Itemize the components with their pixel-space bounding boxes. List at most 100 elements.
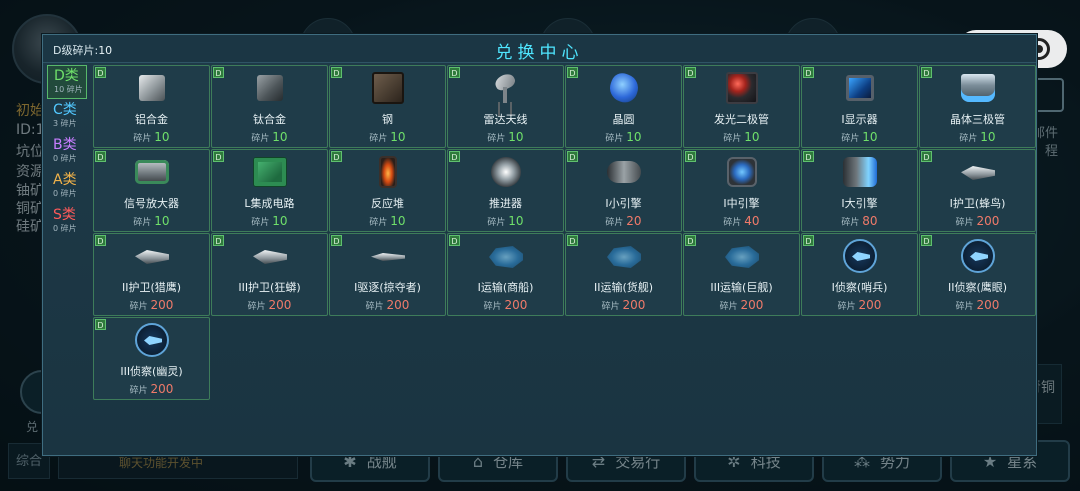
price-label: 碎片 <box>959 134 978 144</box>
grade-badge: D <box>921 151 932 162</box>
exchange-item-card[interactable]: D I显示器 碎片 10 <box>801 65 918 148</box>
price-label: 碎片 <box>605 218 624 228</box>
exchange-item-card[interactable]: D I运输(商船) 碎片 200 <box>447 233 564 316</box>
category-tab-s[interactable]: S类 0 碎片 <box>47 205 87 239</box>
item-price: 碎片 10 <box>802 130 917 144</box>
thruster-icon <box>488 155 524 189</box>
category-fragment-count: 0 碎片 <box>53 154 77 163</box>
exchange-item-card[interactable]: D 发光二极管 碎片 10 <box>683 65 800 148</box>
exchange-item-card[interactable]: D 晶体三极管 碎片 10 <box>919 65 1036 148</box>
category-tab-a[interactable]: A类 0 碎片 <box>47 170 87 204</box>
ship-thin-icon <box>370 239 406 273</box>
exchange-item-card[interactable]: D I小引擎 碎片 20 <box>565 149 682 232</box>
price-value: 10 <box>508 214 524 228</box>
chip-icon <box>252 155 288 189</box>
price-label: 碎片 <box>955 302 974 312</box>
price-value: 10 <box>390 130 406 144</box>
ship-icon <box>960 155 996 189</box>
exchange-item-card[interactable]: D 晶圆 碎片 10 <box>565 65 682 148</box>
ghostship-icon <box>606 239 642 273</box>
item-price: 碎片 10 <box>330 130 445 144</box>
price-label: 碎片 <box>487 218 506 228</box>
category-name: D类 <box>54 68 79 84</box>
panel-title: 兑换中心 <box>495 43 584 63</box>
exchange-item-card[interactable]: D III护卫(狂蟒) 碎片 200 <box>211 233 328 316</box>
exchange-item-card[interactable]: D I侦察(哨兵) 碎片 200 <box>801 233 918 316</box>
item-name: 钛合金 <box>253 113 286 126</box>
category-fragment-count: 0 碎片 <box>53 224 77 233</box>
item-name: 推进器 <box>489 197 522 210</box>
grade-badge: D <box>567 235 578 246</box>
item-price: 碎片 10 <box>94 214 209 228</box>
item-price: 碎片 10 <box>212 214 327 228</box>
screen-icon <box>842 71 878 105</box>
exchange-item-card[interactable]: D 推进器 碎片 10 <box>447 149 564 232</box>
exchange-item-card[interactable]: D 钛合金碎片 10 <box>211 65 328 148</box>
item-name: I中引擎 <box>723 197 760 210</box>
category-tab-c[interactable]: C类 3 碎片 <box>47 100 87 134</box>
item-price: 碎片 200 <box>448 298 563 312</box>
item-price: 碎片 200 <box>566 298 681 312</box>
exchange-item-card[interactable]: D I中引擎 碎片 40 <box>683 149 800 232</box>
grade-badge: D <box>921 235 932 246</box>
price-value: 10 <box>272 130 288 144</box>
category-name: S类 <box>53 207 76 223</box>
item-grid: D 铝合金 碎片 10 D 钛合金 碎片 10 D 钢碎片 10 D 雷达天线 碎片 10 D 晶圆 碎片… <box>93 65 1036 400</box>
grade-badge: D <box>213 67 224 78</box>
exchange-item-card[interactable]: D III运输(巨舰) 碎片 200 <box>683 233 800 316</box>
grade-badge: D <box>95 151 106 162</box>
grade-badge: D <box>331 151 342 162</box>
price-value: 10 <box>862 130 878 144</box>
price-value: 200 <box>386 298 410 312</box>
crystal-icon <box>606 70 642 106</box>
item-price: 碎片 200 <box>920 214 1035 228</box>
exchange-item-card[interactable]: D III侦察(幽灵) 碎片 200 <box>93 317 210 400</box>
item-name: 反应堆 <box>371 197 404 210</box>
exchange-item-card[interactable]: D 钢碎片 10 <box>329 65 446 148</box>
item-name: III侦察(幽灵) <box>120 365 183 378</box>
item-name: II护卫(猎鹰) <box>121 281 182 294</box>
amp-icon <box>134 155 170 189</box>
diode-icon <box>724 71 760 105</box>
grade-badge: D <box>803 67 814 78</box>
item-price: 碎片 200 <box>94 298 209 312</box>
item-price: 碎片 10 <box>212 130 327 144</box>
item-price: 碎片 200 <box>330 298 445 312</box>
price-value: 10 <box>626 130 642 144</box>
exchange-item-card[interactable]: D II运输(货舰) 碎片 200 <box>565 233 682 316</box>
category-tab-d[interactable]: D类 10 碎片 <box>47 65 87 99</box>
item-name: 雷达天线 <box>483 113 528 126</box>
price-label: 碎片 <box>365 302 384 312</box>
cube-icon <box>134 71 170 105</box>
item-name: I小引擎 <box>605 197 642 210</box>
exchange-item-card[interactable]: D I护卫(蜂鸟) 碎片 200 <box>919 149 1036 232</box>
price-value: 200 <box>622 298 646 312</box>
price-value: 200 <box>740 298 764 312</box>
exchange-item-card[interactable]: D I驱逐(掠夺者) 碎片 200 <box>329 233 446 316</box>
exchange-item-card[interactable]: D L集成电路 碎片 10 <box>211 149 328 232</box>
exchange-item-card[interactable]: D II侦察(鹰眼) 碎片 200 <box>919 233 1036 316</box>
price-label: 碎片 <box>133 218 152 228</box>
exchange-item-card[interactable]: D I大引擎 碎片 80 <box>801 149 918 232</box>
exchange-item-card[interactable]: D 雷达天线 碎片 10 <box>447 65 564 148</box>
reactor-icon <box>370 155 406 189</box>
engine2-icon <box>724 155 760 189</box>
scout-icon <box>960 239 996 273</box>
exchange-item-card[interactable]: D 铝合金 碎片 10 <box>93 65 210 148</box>
item-price: 碎片 10 <box>448 130 563 144</box>
item-name: 信号放大器 <box>124 197 179 210</box>
item-name: I驱逐(掠夺者) <box>354 281 421 294</box>
exchange-item-card[interactable]: D 信号放大器碎片 10 <box>93 149 210 232</box>
item-price: 碎片 10 <box>330 214 445 228</box>
grade-badge: D <box>803 151 814 162</box>
price-label: 碎片 <box>251 134 270 144</box>
exchange-item-card[interactable]: D 反应堆碎片 10 <box>329 149 446 232</box>
item-name: II侦察(鹰眼) <box>947 281 1008 294</box>
item-name: III护卫(狂蟒) <box>238 281 301 294</box>
price-label: 碎片 <box>837 302 856 312</box>
category-tab-b[interactable]: B类 0 碎片 <box>47 135 87 169</box>
item-price: 碎片 10 <box>448 214 563 228</box>
grade-badge: D <box>685 235 696 246</box>
item-name: 发光二极管 <box>714 113 769 126</box>
exchange-item-card[interactable]: D II护卫(猎鹰) 碎片 200 <box>93 233 210 316</box>
